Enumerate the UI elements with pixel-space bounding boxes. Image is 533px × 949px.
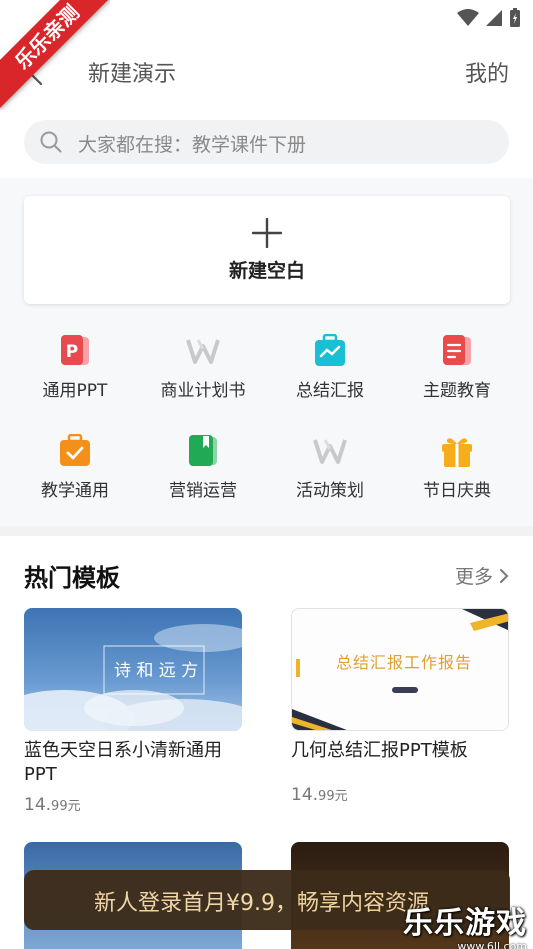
price-main: 14. [291,785,319,805]
w-logo-icon [186,339,220,364]
chevron-right-icon [500,568,509,583]
template-thumbnail: 总结汇报工作报告 [291,608,509,731]
category-business-plan[interactable]: 商业计划书 [141,334,265,401]
category-summary-report[interactable]: 总结汇报 [268,334,392,401]
mine-button[interactable]: 我的 [465,56,509,88]
thumbnail-title: 诗 和 远 方 [114,661,199,681]
category-teaching[interactable]: 教学通用 [13,434,137,501]
template-name: 几何总结汇报PPT模板 [291,740,468,761]
new-blank-label: 新建空白 [228,260,305,282]
svg-text:P: P [66,342,78,362]
template-card[interactable]: 诗 和 远 方 蓝色天空日系小清新通用PPT 14.99元 [24,608,242,815]
ribbon-text: 乐乐亲测 [0,0,110,110]
corner-ribbon: 乐乐亲测 [0,0,110,110]
category-label: 通用PPT [42,381,108,401]
template-name: 蓝色天空日系小清新通用PPT [24,740,222,785]
check-briefcase-icon [60,434,90,466]
section-divider [0,526,533,536]
template-price: 14.99元 [291,785,509,805]
category-label: 主题教育 [423,381,491,401]
category-label: 营销运营 [169,481,237,501]
watermark: 乐乐游戏 www.6ll.com [403,898,527,949]
chart-briefcase-icon [315,334,345,366]
category-festival[interactable]: 节日庆典 [395,434,519,501]
hot-templates-title: 热门模板 [24,564,120,592]
category-label: 活动策划 [296,481,364,501]
search-bar[interactable]: 大家都在搜：教学课件下册 [24,120,509,164]
category-marketing[interactable]: 营销运营 [141,434,265,501]
battery-icon [510,8,520,27]
document-icon [443,335,471,365]
thumbnail-title: 总结汇报工作报告 [336,653,473,672]
template-price: 14.99元 [24,795,242,815]
wifi-icon [457,9,479,26]
price-main: 14. [24,795,52,815]
price-decimal: 99元 [51,799,81,814]
category-event-planning[interactable]: 活动策划 [268,434,392,501]
more-label: 更多 [454,566,493,588]
ppt-icon: P [61,335,89,365]
new-blank-card[interactable]: 新建空白 [24,196,510,304]
category-label: 商业计划书 [160,381,246,401]
gift-icon [442,438,472,467]
search-icon [40,131,62,153]
category-label: 教学通用 [41,481,109,501]
more-link[interactable]: 更多 [455,562,509,589]
category-general-ppt[interactable]: P 通用PPT [13,334,137,401]
w-logo-icon [313,439,347,464]
category-label: 总结汇报 [296,381,364,401]
status-icons [457,8,521,28]
template-card[interactable]: 总结汇报工作报告 几何总结汇报PPT模板 14.99元 [291,608,509,805]
watermark-main: 乐乐游戏 [403,906,527,941]
book-icon [189,435,217,466]
promo-text: 新人登录首月¥9.9，畅享内容资源 [94,891,429,916]
template-thumbnail: 诗 和 远 方 [24,608,242,731]
category-theme-education[interactable]: 主题教育 [395,334,519,401]
price-decimal: 99元 [318,789,348,804]
signal-icon [486,10,502,26]
category-label: 节日庆典 [423,481,491,501]
plus-icon [252,218,282,248]
search-placeholder: 大家都在搜：教学课件下册 [78,134,307,156]
